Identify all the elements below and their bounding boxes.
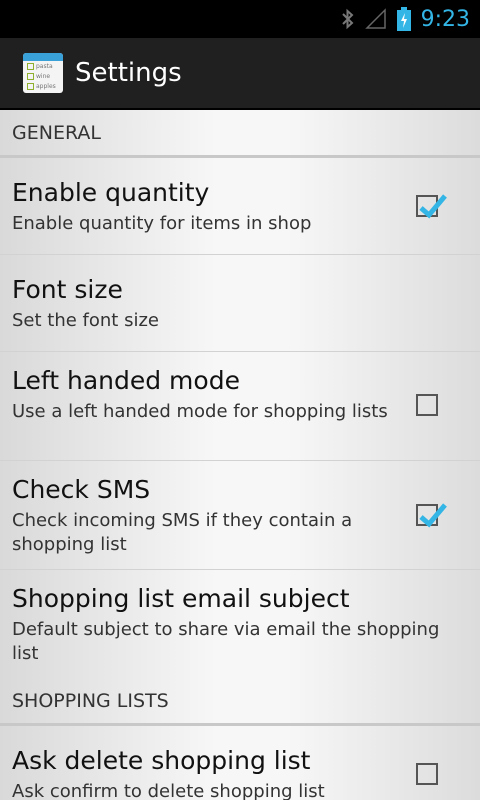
pref-enable-quantity[interactable]: Enable quantity Enable quantity for item…	[0, 158, 480, 255]
pref-title: Left handed mode	[12, 366, 240, 395]
pref-ask-delete-shopping-list[interactable]: Ask delete shopping list Ask confirm to …	[0, 726, 480, 800]
status-bar: 9:23	[0, 0, 480, 38]
pref-email-subject[interactable]: Shopping list email subject Default subj…	[0, 570, 480, 678]
pref-title: Check SMS	[12, 475, 151, 504]
section-header-shopping-lists: SHOPPING LISTS	[0, 678, 480, 726]
pref-title: Ask delete shopping list	[12, 746, 311, 775]
left-handed-mode-checkbox[interactable]	[416, 394, 438, 416]
app-icon-line: wine	[36, 73, 51, 80]
checkmark-icon	[419, 194, 447, 219]
settings-list: GENERAL Enable quantity Enable quantity …	[0, 110, 480, 800]
pref-title: Enable quantity	[12, 178, 210, 207]
pref-summary: Check incoming SMS if they contain a sho…	[12, 510, 353, 555]
status-clock: 9:23	[420, 6, 470, 32]
pref-summary: Enable quantity for items in shop	[12, 213, 312, 234]
pref-title: Font size	[12, 275, 123, 304]
section-header-general: GENERAL	[0, 110, 480, 158]
pref-left-handed-mode[interactable]: Left handed mode Use a left handed mode …	[0, 352, 480, 461]
app-icon-line: pasta	[36, 63, 53, 70]
bluetooth-icon	[341, 8, 355, 30]
pref-title: Shopping list email subject	[12, 584, 350, 613]
pref-summary: Ask confirm to delete shopping list	[12, 781, 325, 800]
pref-summary: Use a left handed mode for shopping list…	[12, 401, 388, 422]
check-sms-checkbox[interactable]	[416, 503, 447, 528]
battery-charging-icon	[396, 7, 411, 31]
signal-icon	[364, 8, 387, 30]
app-icon[interactable]: pasta wine apples	[23, 53, 63, 93]
pref-check-sms[interactable]: Check SMS Check incoming SMS if they con…	[0, 461, 480, 570]
page-title: Settings	[75, 58, 182, 88]
enable-quantity-checkbox[interactable]	[416, 194, 447, 219]
app-icon-line: apples	[36, 83, 56, 90]
pref-summary: Default subject to share via email the s…	[12, 619, 440, 664]
checkmark-icon	[419, 503, 447, 528]
pref-font-size[interactable]: Font size Set the font size	[0, 255, 480, 352]
pref-summary: Set the font size	[12, 310, 159, 331]
action-bar: pasta wine apples Settings	[0, 38, 480, 110]
ask-delete-checkbox[interactable]	[416, 763, 438, 785]
